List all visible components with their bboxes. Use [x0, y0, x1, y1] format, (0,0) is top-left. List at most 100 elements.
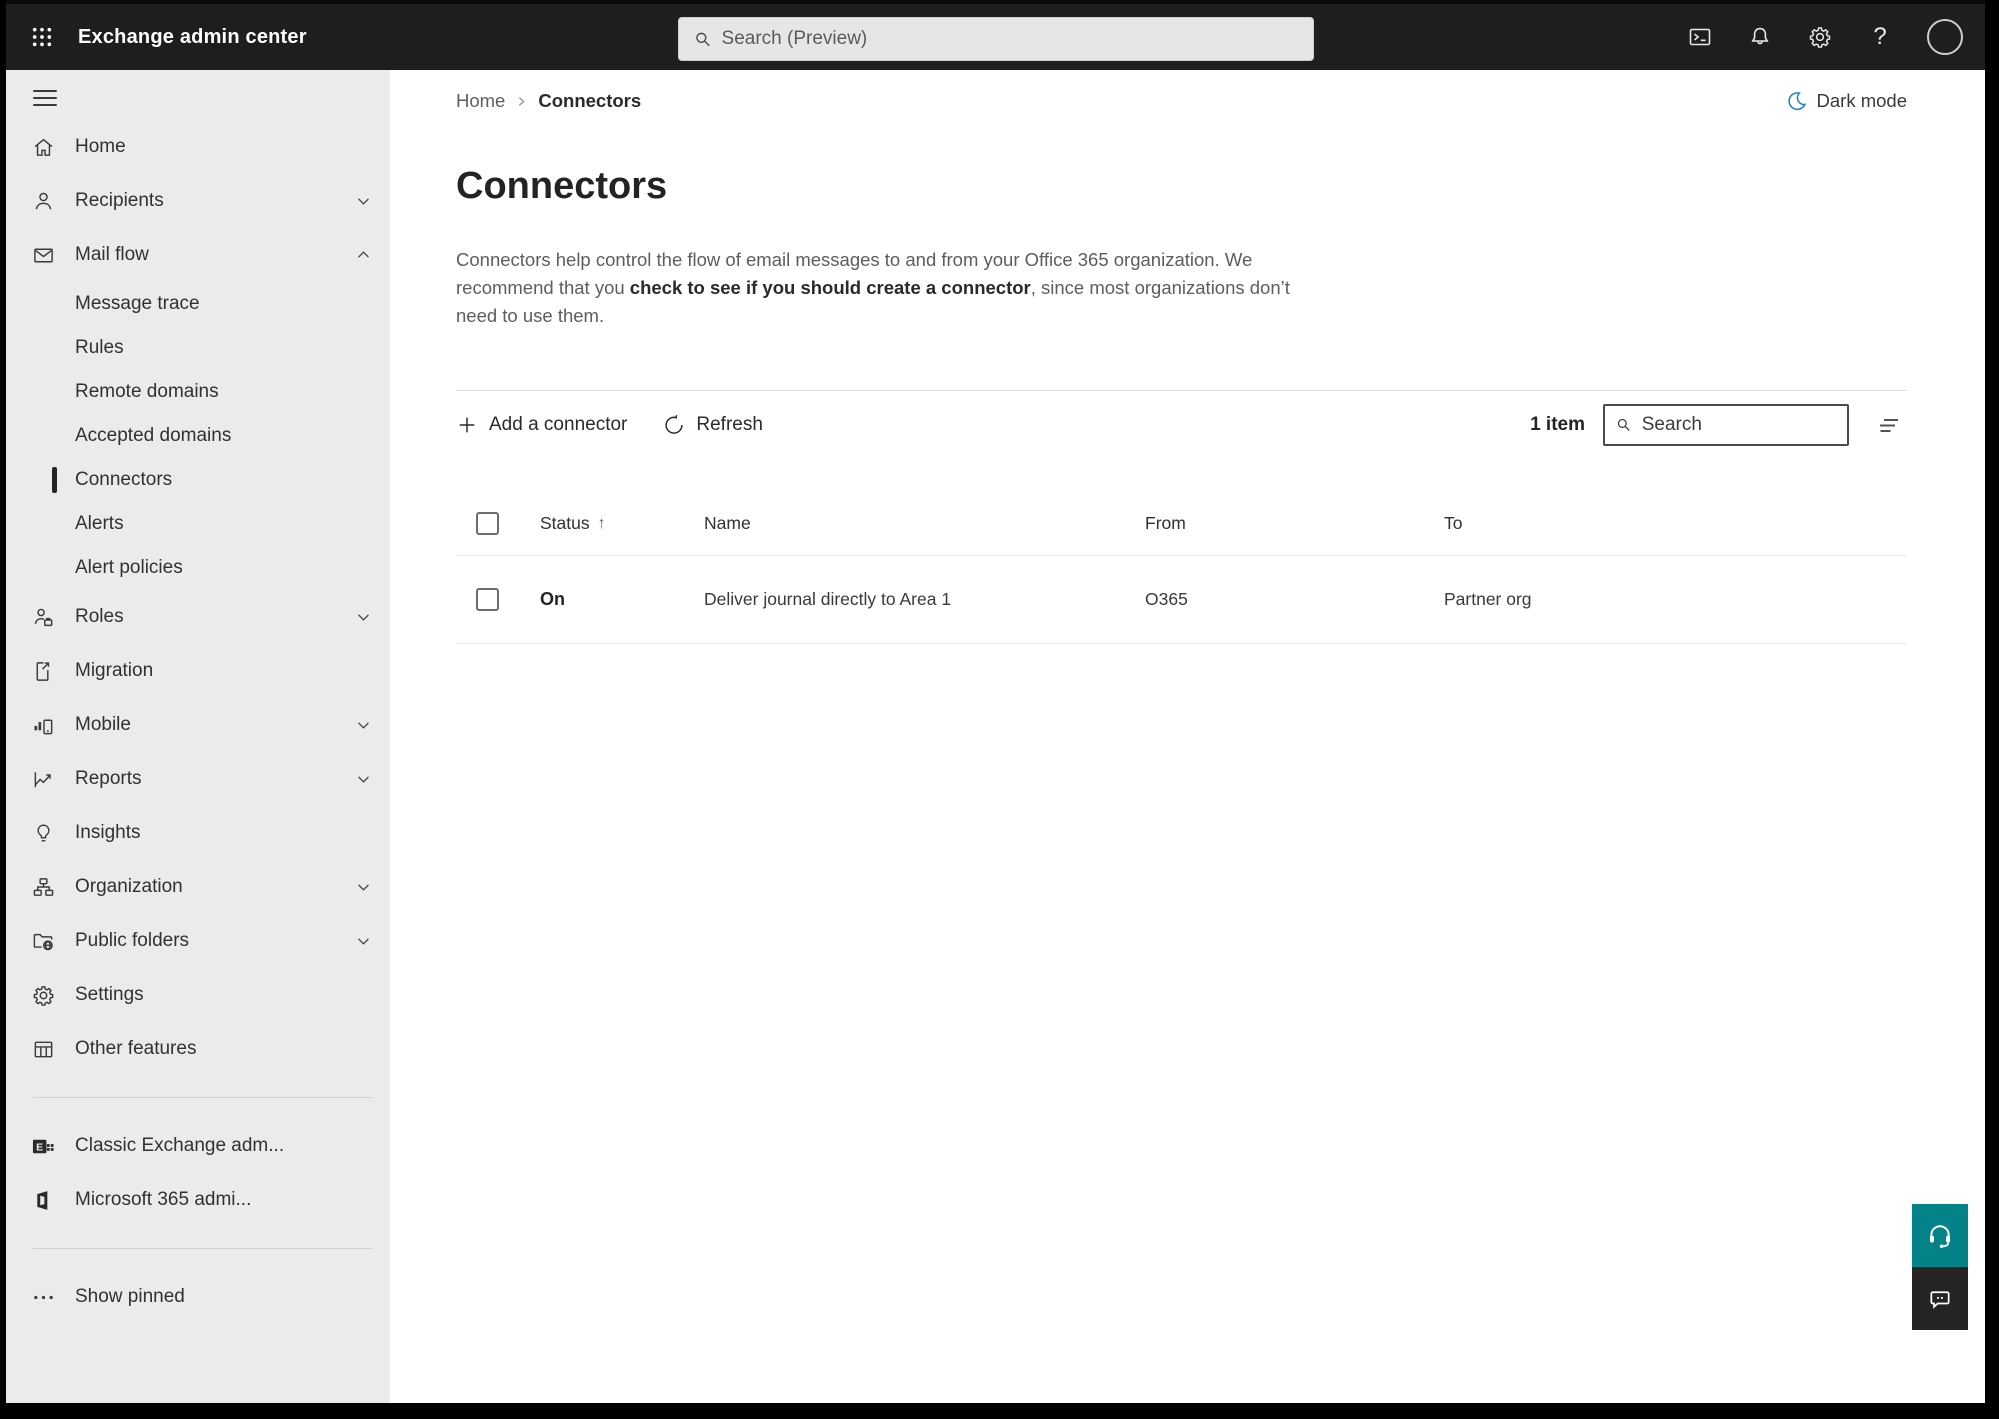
mobile-devices-icon [32, 714, 55, 737]
cell-status: On [540, 589, 565, 609]
sidebar-item-roles[interactable]: Roles [6, 590, 390, 644]
sidebar-item-label: Migration [75, 660, 154, 681]
breadcrumb-home-link[interactable]: Home [456, 90, 505, 112]
help-icon[interactable]: ? [1867, 23, 1893, 50]
chevron-up-icon [355, 247, 372, 264]
sidebar-item-public-folders[interactable]: Public folders [6, 914, 390, 968]
feedback-button[interactable] [1912, 1267, 1968, 1330]
sidebar-item-connectors[interactable]: Connectors [6, 458, 390, 502]
settings-gear-icon[interactable] [1807, 24, 1833, 50]
sidebar-item-m365-admin[interactable]: Microsoft 365 admi... [6, 1173, 390, 1227]
roles-person-icon [32, 606, 55, 629]
floating-help-panel [1912, 1204, 1968, 1330]
sidebar-item-settings[interactable]: Settings [6, 968, 390, 1022]
global-search[interactable] [677, 17, 1314, 61]
sidebar-item-label: Recipients [75, 190, 164, 211]
filter-icon[interactable] [1873, 408, 1907, 442]
table-row[interactable]: On Deliver journal directly to Area 1 O3… [456, 556, 1907, 644]
column-header-to[interactable]: To [1444, 513, 1907, 534]
search-icon [1617, 418, 1630, 431]
search-icon [695, 32, 710, 47]
select-all-checkbox[interactable] [476, 512, 499, 535]
refresh-button[interactable]: Refresh [663, 414, 763, 436]
chevron-down-icon [355, 933, 372, 950]
powershell-icon[interactable] [1687, 24, 1713, 50]
moon-icon [1787, 92, 1806, 111]
sidebar-item-insights[interactable]: Insights [6, 806, 390, 860]
microsoft-365-logo-icon [32, 1189, 55, 1212]
row-checkbox[interactable] [476, 588, 499, 611]
support-button[interactable] [1912, 1204, 1968, 1267]
sidebar-item-label: Other features [75, 1038, 197, 1059]
sidebar-item-label: Mail flow [75, 244, 149, 265]
sidebar-item-label: Microsoft 365 admi... [75, 1189, 252, 1210]
sidebar-item-remote-domains[interactable]: Remote domains [6, 370, 390, 414]
account-avatar[interactable] [1927, 19, 1963, 55]
reports-chart-icon [32, 768, 55, 791]
dark-mode-toggle[interactable]: Dark mode [1786, 90, 1907, 112]
sidebar-item-classic-exchange[interactable]: E Classic Exchange adm... [6, 1119, 390, 1173]
dark-mode-label: Dark mode [1816, 90, 1907, 111]
sidebar-item-other-features[interactable]: Other features [6, 1022, 390, 1076]
sidebar-item-label: Insights [75, 822, 141, 843]
chevron-down-icon [355, 609, 372, 626]
table-header-row: Status ↑ Name From To [456, 492, 1907, 556]
cell-name[interactable]: Deliver journal directly to Area 1 [704, 589, 1145, 610]
breadcrumb-current: Connectors [538, 90, 642, 111]
table-grid-icon [32, 1038, 55, 1061]
plus-icon [459, 417, 475, 432]
connectors-table: Status ↑ Name From To On Deliver journal… [456, 492, 1907, 644]
ellipsis-icon [32, 1286, 55, 1309]
sidebar-item-message-trace[interactable]: Message trace [6, 282, 390, 326]
sidebar-nav: Home Recipients Mail flow Message trace … [6, 70, 390, 1403]
sidebar-item-recipients[interactable]: Recipients [6, 174, 390, 228]
list-search[interactable] [1603, 403, 1849, 446]
chevron-down-icon [355, 193, 372, 210]
org-chart-icon [32, 876, 55, 899]
page-title: Connectors [456, 165, 668, 207]
app-title: Exchange admin center [78, 25, 307, 48]
sidebar-item-alert-policies[interactable]: Alert policies [6, 546, 390, 590]
sidebar-item-label: Settings [75, 984, 144, 1005]
exchange-admin-window: Exchange admin center Search (Preview) ?… [6, 0, 1985, 1403]
gear-icon [32, 984, 55, 1007]
sidebar-item-organization[interactable]: Organization [6, 860, 390, 914]
add-connector-button[interactable]: Add a connector [456, 414, 627, 436]
sidebar-item-migration[interactable]: Migration [6, 644, 390, 698]
sidebar-item-accepted-domains[interactable]: Accepted domains [6, 414, 390, 458]
global-search-input[interactable] [721, 28, 1299, 50]
chevron-down-icon [355, 771, 372, 788]
list-search-input[interactable] [1641, 413, 1837, 436]
cell-to: Partner org [1444, 589, 1532, 609]
topbar: Exchange admin center Search (Preview) ? [6, 0, 1985, 70]
column-header-name[interactable]: Name [704, 513, 1145, 534]
notifications-bell-icon[interactable] [1747, 24, 1773, 50]
chat-bubble-icon [1930, 1290, 1950, 1309]
refresh-icon [665, 414, 683, 434]
page-description: Connectors help control the flow of emai… [456, 246, 1301, 330]
sidebar-divider [33, 1248, 372, 1249]
sidebar-item-show-pinned[interactable]: Show pinned [6, 1270, 390, 1324]
create-connector-link[interactable]: check to see if you should create a conn… [630, 277, 1031, 298]
sidebar-item-mobile[interactable]: Mobile [6, 698, 390, 752]
svg-text:E: E [36, 1141, 43, 1153]
sidebar-item-home[interactable]: Home [6, 120, 390, 174]
sidebar-item-mail-flow[interactable]: Mail flow [6, 228, 390, 282]
envelope-icon [32, 244, 55, 267]
sidebar-item-alerts[interactable]: Alerts [6, 502, 390, 546]
column-header-status[interactable]: Status ↑ [540, 513, 704, 534]
nav-collapse-icon[interactable] [33, 90, 57, 106]
app-launcher-icon[interactable] [22, 17, 62, 57]
sidebar-item-label: Public folders [75, 930, 190, 951]
sidebar-item-reports[interactable]: Reports [6, 752, 390, 806]
column-header-from[interactable]: From [1145, 513, 1444, 534]
item-count: 1 item [1530, 413, 1585, 435]
sidebar-divider [33, 1097, 372, 1098]
list-toolbar: Add a connector Refresh 1 item [456, 390, 1907, 458]
sidebar-item-label: Roles [75, 606, 124, 627]
sidebar-item-label: Show pinned [75, 1286, 185, 1307]
sort-ascending-icon: ↑ [597, 514, 606, 532]
folder-globe-icon [32, 930, 55, 953]
migration-document-icon [32, 660, 55, 683]
sidebar-item-rules[interactable]: Rules [6, 326, 390, 370]
